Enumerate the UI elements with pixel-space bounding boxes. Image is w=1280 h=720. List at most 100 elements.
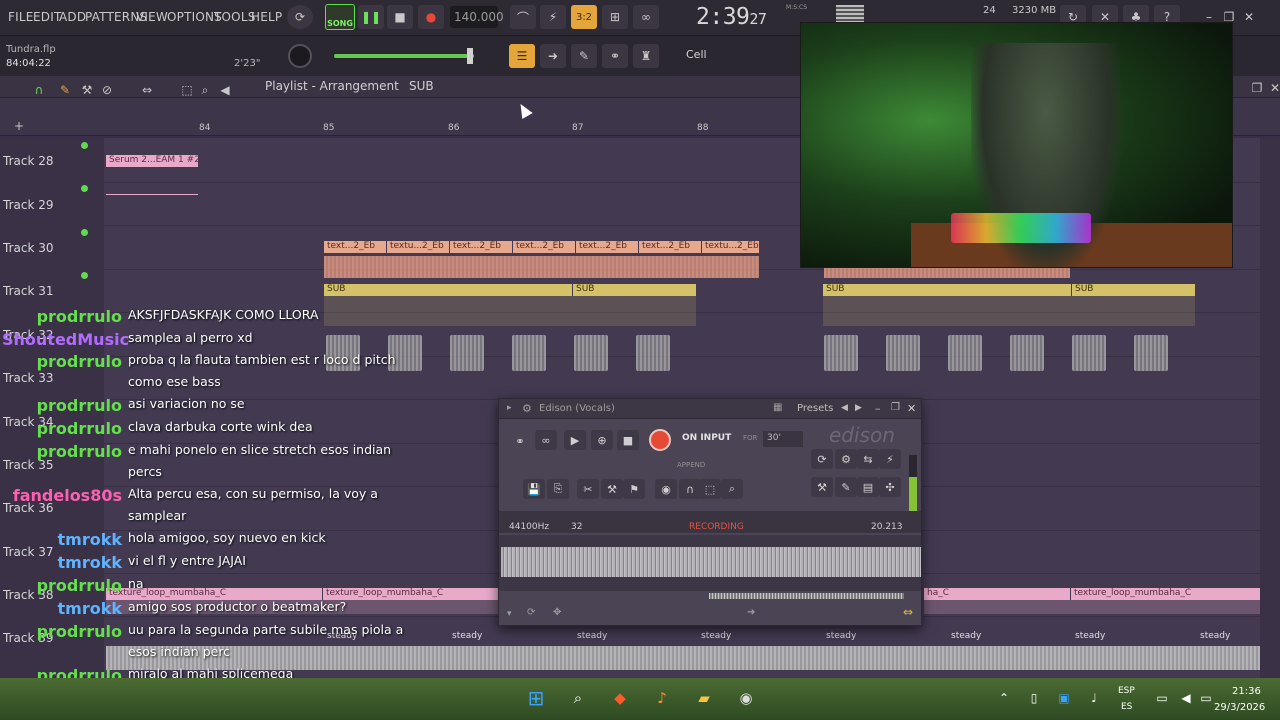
- drag-icon[interactable]: ⇔: [903, 605, 913, 619]
- refresh-icon[interactable]: ⟳: [811, 449, 833, 469]
- slice-clip[interactable]: [574, 335, 608, 371]
- input-language[interactable]: ESP: [1118, 686, 1135, 696]
- menu-tools[interactable]: TOOLS: [214, 10, 256, 24]
- loop-record-icon[interactable]: ∞: [633, 5, 659, 29]
- clip-steady[interactable]: steady: [574, 631, 698, 643]
- clip-texture[interactable]: text...2_Eb: [450, 241, 512, 253]
- clip-sub[interactable]: SUB: [324, 284, 572, 296]
- presets-menu[interactable]: Presets: [797, 403, 833, 414]
- search-icon[interactable]: ⌕: [566, 686, 590, 710]
- metronome-icon[interactable]: ⌒: [510, 5, 536, 29]
- record-button[interactable]: [649, 429, 671, 451]
- refresh-icon[interactable]: ⟳: [527, 607, 535, 618]
- tempo-display[interactable]: 140.000: [450, 6, 504, 28]
- loop-play-icon[interactable]: ⊕: [591, 430, 613, 450]
- minimize-icon[interactable]: –: [875, 402, 881, 415]
- arrow-icon[interactable]: ▸: [507, 403, 512, 413]
- tool-icon[interactable]: ✣: [879, 477, 901, 497]
- file-explorer-icon[interactable]: ▰: [692, 686, 716, 710]
- slice-clip[interactable]: [1072, 335, 1106, 371]
- clip-texture-loop[interactable]: texture_loop_mumbaha_C: [1071, 588, 1260, 600]
- waveform-scrollbar[interactable]: [709, 593, 904, 599]
- tools-icon[interactable]: ⚒: [601, 479, 623, 499]
- noise-icon[interactable]: ◉: [655, 479, 677, 499]
- clip-sub[interactable]: SUB: [823, 284, 1071, 296]
- track-mute-led[interactable]: [81, 185, 88, 192]
- slice-clip[interactable]: [450, 335, 484, 371]
- select-icon[interactable]: ⬚: [699, 479, 721, 499]
- menu-edit[interactable]: EDIT: [33, 10, 62, 24]
- copy-icon[interactable]: ⎘: [547, 479, 569, 499]
- menu-file[interactable]: FILE: [8, 10, 34, 24]
- refresh-icon[interactable]: ⟳: [287, 5, 313, 29]
- track-mute-led[interactable]: [81, 272, 88, 279]
- chevron-up-icon[interactable]: ⌃: [992, 686, 1016, 710]
- slice-clip[interactable]: [886, 335, 920, 371]
- link-icon[interactable]: ⚭: [602, 44, 628, 68]
- convert-icon[interactable]: ⇆: [857, 449, 879, 469]
- obs-icon[interactable]: ◉: [734, 686, 758, 710]
- track-mute-led[interactable]: [81, 142, 88, 149]
- blend-notes-icon[interactable]: ⊞: [602, 5, 628, 29]
- playlist-pattern[interactable]: SUB: [409, 79, 434, 93]
- menu-help[interactable]: HELP: [251, 10, 282, 24]
- slice-clip[interactable]: [512, 335, 546, 371]
- track-mute-led[interactable]: [81, 229, 88, 236]
- device-icon[interactable]: ▯: [1022, 686, 1046, 710]
- clip-steady[interactable]: steady: [698, 631, 822, 643]
- song-mode-button[interactable]: SONG: [325, 4, 355, 30]
- clip-texture[interactable]: text...2_Eb: [576, 241, 638, 253]
- tray-time[interactable]: 21:36: [1232, 686, 1261, 697]
- track-name[interactable]: Track 33: [3, 371, 53, 385]
- cut-icon[interactable]: ✂: [577, 479, 599, 499]
- play-icon[interactable]: ▶: [564, 430, 586, 450]
- scroll-down-icon[interactable]: ▾: [507, 609, 512, 619]
- clip-sub[interactable]: SUB: [1072, 284, 1195, 296]
- clip-texture[interactable]: text...2_Eb: [639, 241, 701, 253]
- record-button[interactable]: ●: [418, 5, 444, 29]
- pattern-indicator[interactable]: 3:2: [571, 5, 597, 29]
- clip-steady[interactable]: steady: [1197, 631, 1260, 643]
- arrow-icon[interactable]: ➜: [747, 607, 755, 618]
- piano-roll-icon[interactable]: ✎: [571, 44, 597, 68]
- track-name[interactable]: Track 29: [3, 198, 53, 212]
- close-icon[interactable]: ✕: [1236, 5, 1262, 29]
- menu-add[interactable]: ADD: [59, 10, 86, 24]
- close-icon[interactable]: ✕: [907, 402, 916, 415]
- move-icon[interactable]: ✥: [553, 607, 561, 618]
- save-icon[interactable]: 💾: [523, 479, 545, 499]
- pause-button[interactable]: ❚❚: [358, 5, 384, 29]
- tool-icon[interactable]: ⚙: [835, 449, 857, 469]
- next-preset-icon[interactable]: ▶: [855, 403, 862, 413]
- marker-icon[interactable]: ⚑: [623, 479, 645, 499]
- snap-selector[interactable]: Cell: [683, 48, 739, 66]
- clip-texture-loop[interactable]: ha_C: [924, 588, 1070, 600]
- prev-preset-icon[interactable]: ◀: [841, 403, 848, 413]
- clip-steady[interactable]: steady: [1072, 631, 1196, 643]
- browser-icon[interactable]: ◆: [608, 686, 632, 710]
- zoom-icon[interactable]: ⌕: [721, 479, 743, 499]
- append-toggle[interactable]: APPEND: [677, 461, 705, 469]
- slice-clip[interactable]: [948, 335, 982, 371]
- maximize-icon[interactable]: ❐: [891, 402, 900, 413]
- master-volume-slider[interactable]: [334, 54, 474, 58]
- clip-sub[interactable]: SUB: [573, 284, 696, 296]
- arrow-icon[interactable]: ➜: [540, 44, 566, 68]
- master-pitch-knob[interactable]: [288, 44, 312, 68]
- clip-steady[interactable]: steady: [948, 631, 1072, 643]
- windows-start-icon[interactable]: ⊞: [524, 686, 548, 710]
- monitor-icon[interactable]: ▭: [1150, 686, 1174, 710]
- fx-icon[interactable]: ⚡: [879, 449, 901, 469]
- clip-texture[interactable]: text...2_Eb: [513, 241, 575, 253]
- grid-icon[interactable]: ▦: [773, 402, 782, 413]
- close-icon[interactable]: ✕: [1262, 80, 1280, 96]
- clip-steady[interactable]: steady: [449, 631, 573, 643]
- link-icon[interactable]: ⚭: [509, 431, 531, 451]
- track-name[interactable]: Track 30: [3, 241, 53, 255]
- loop-icon[interactable]: ∞: [535, 430, 557, 450]
- slice-clip[interactable]: [824, 335, 858, 371]
- tray-date[interactable]: 29/3/2026: [1214, 702, 1265, 713]
- clip-texture-loop[interactable]: texture_loop_mumbaha_C: [323, 588, 498, 600]
- fl-studio-icon[interactable]: ♪: [650, 686, 674, 710]
- clip-steady[interactable]: steady: [823, 631, 947, 643]
